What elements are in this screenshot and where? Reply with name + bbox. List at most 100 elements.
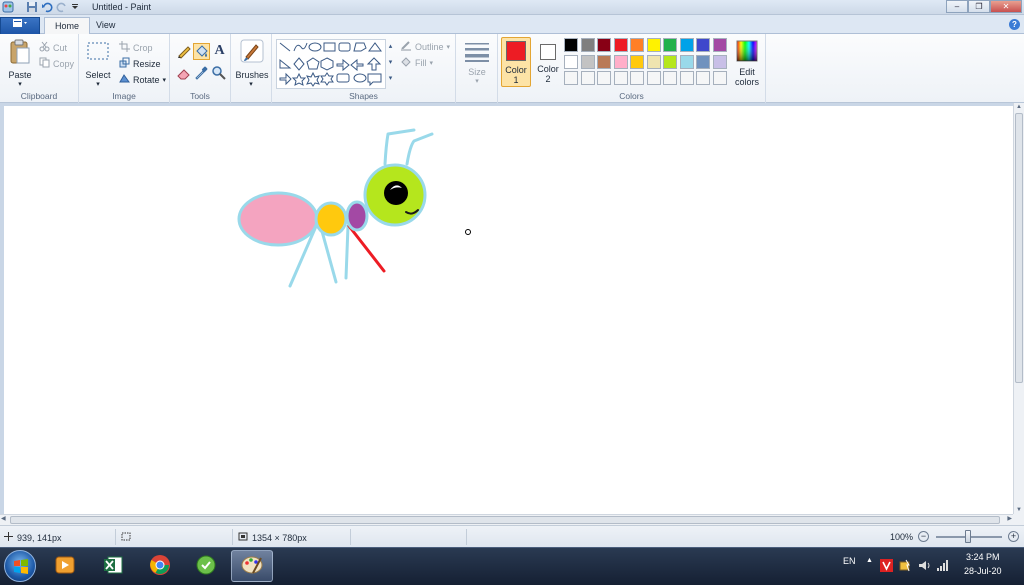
save-icon[interactable] (26, 1, 38, 13)
scroll-down-icon[interactable]: ▼ (1016, 507, 1022, 513)
ribbon: Paste ▾ Cut Copy Clipboard Select ▾ Crop… (0, 34, 1024, 103)
pencil-tool[interactable] (176, 43, 193, 60)
size-dropdown-icon[interactable]: ▾ (459, 77, 495, 85)
copy-button[interactable]: Copy (39, 57, 74, 70)
zoom-out-button[interactable]: − (918, 531, 929, 542)
taskbar-excel[interactable] (92, 550, 134, 582)
tray-network-icon[interactable] (936, 559, 949, 574)
paste-dropdown-icon[interactable]: ▾ (5, 80, 35, 88)
zoom-in-button[interactable]: + (1008, 531, 1019, 542)
fill-button[interactable]: Fill ▾ (400, 56, 433, 69)
select-button[interactable]: Select ▾ (85, 39, 111, 89)
ribbon-tab-row: Home View ? (0, 15, 1024, 35)
select-dropdown-icon[interactable]: ▾ (83, 80, 113, 88)
help-icon[interactable]: ? (1009, 19, 1020, 30)
resize-label: Resize (133, 58, 161, 69)
eraser-tool[interactable] (176, 65, 193, 82)
horizontal-scrollbar[interactable]: ◀ ▶ (0, 514, 1013, 525)
palette-swatch[interactable] (679, 38, 694, 52)
palette-swatch[interactable] (663, 38, 677, 52)
edit-colors-label-2: colors (734, 77, 759, 87)
taskbar-app-green[interactable] (185, 550, 227, 582)
language-indicator[interactable]: EN (843, 556, 856, 566)
paint-app-icon[interactable] (2, 1, 14, 13)
paste-icon (9, 39, 31, 67)
tray-antivirus-icon[interactable] (880, 559, 893, 574)
clock-time[interactable]: 3:24 PM (966, 552, 1000, 562)
outline-dropdown-icon: ▾ (446, 43, 451, 51)
brushes-dropdown-icon[interactable]: ▾ (236, 80, 266, 88)
zoom-slider-thumb[interactable] (965, 530, 971, 543)
palette-swatch[interactable] (613, 38, 628, 52)
maximize-button[interactable]: ❐ (968, 0, 990, 13)
palette-swatch[interactable] (712, 54, 727, 69)
palette-swatch[interactable] (613, 54, 628, 69)
brushes-button[interactable]: Brushes ▾ (235, 39, 269, 89)
vertical-scroll-thumb[interactable] (1015, 113, 1023, 383)
palette-swatch[interactable] (564, 38, 578, 52)
shapes-group-label: Shapes (349, 91, 378, 101)
size-group: Size ▾ (456, 34, 498, 103)
color2-number: 2 (545, 74, 551, 84)
palette-swatch[interactable] (696, 38, 710, 52)
customize-qat-icon[interactable] (71, 1, 83, 13)
cursor-crosshair-icon (4, 532, 13, 543)
tray-volume-icon[interactable] (918, 559, 931, 574)
redo-icon[interactable] (56, 1, 68, 13)
palette-swatch[interactable] (580, 38, 595, 52)
scroll-right-icon[interactable]: ▶ (1007, 515, 1012, 522)
vertical-scrollbar[interactable]: ▲ ▼ (1013, 103, 1024, 514)
palette-swatch[interactable] (580, 54, 595, 69)
undo-icon[interactable] (41, 1, 53, 13)
taskbar-paint[interactable] (231, 550, 273, 582)
tab-view[interactable]: View (86, 17, 125, 34)
drawing-canvas[interactable] (4, 106, 1013, 514)
taskbar-media-player[interactable] (44, 550, 86, 582)
crop-button[interactable]: Crop (119, 41, 153, 54)
horizontal-scroll-thumb[interactable] (10, 516, 1000, 524)
tray-power-icon[interactable] (899, 559, 912, 574)
color-picker-tool[interactable] (193, 65, 210, 82)
palette-swatch[interactable] (646, 38, 661, 52)
start-button[interactable] (4, 550, 36, 582)
outline-button[interactable]: Outline ▾ (400, 40, 450, 53)
shapes-gallery[interactable] (276, 39, 386, 89)
scroll-up-icon[interactable]: ▲ (1016, 104, 1022, 110)
tab-home[interactable]: Home (44, 17, 91, 35)
magnifier-tool[interactable] (211, 65, 228, 82)
rotate-button[interactable]: Rotate ▾ (119, 73, 166, 86)
paste-button[interactable]: Paste ▾ (7, 39, 33, 89)
size-button[interactable]: Size ▾ (462, 39, 492, 89)
palette-swatch[interactable] (564, 54, 578, 69)
fill-tool[interactable] (193, 43, 210, 60)
palette-swatch[interactable] (679, 54, 694, 69)
show-hidden-icons[interactable]: ▲ (866, 557, 873, 564)
colors-group-label: Colors (619, 91, 644, 101)
taskbar-chrome[interactable] (139, 550, 181, 582)
pencil-icon (176, 46, 192, 61)
palette-swatch[interactable] (712, 38, 727, 52)
text-tool[interactable]: A (211, 43, 228, 60)
color2-button[interactable]: Color 2 (534, 37, 562, 87)
resize-button[interactable]: Resize (119, 57, 161, 70)
color1-button[interactable]: Color 1 (501, 37, 531, 87)
scroll-left-icon[interactable]: ◀ (1, 515, 6, 522)
palette-swatch[interactable] (597, 38, 611, 52)
file-menu-button[interactable] (0, 17, 40, 34)
title-bar: Untitled - Paint – ❐ ✕ (0, 0, 1024, 15)
palette-swatch[interactable] (696, 54, 710, 69)
palette-swatch[interactable] (630, 38, 644, 52)
rotate-dropdown-icon: ▾ (162, 76, 167, 84)
minimize-button[interactable]: – (946, 0, 968, 13)
shapes-gallery-icons (279, 42, 382, 87)
image-size: 1354 × 780px (238, 532, 307, 543)
palette-swatch[interactable] (646, 54, 661, 69)
edit-colors-button[interactable]: Edit colors (732, 37, 762, 87)
shapes-gallery-scroll[interactable]: ▴ ▾ ▾ (386, 39, 395, 89)
clock-date[interactable]: 28-Jul-20 (964, 566, 1002, 576)
palette-swatch[interactable] (663, 54, 677, 69)
palette-swatch[interactable] (630, 54, 644, 69)
close-button[interactable]: ✕ (990, 0, 1022, 13)
palette-swatch[interactable] (597, 54, 611, 69)
cut-button[interactable]: Cut (39, 41, 67, 54)
